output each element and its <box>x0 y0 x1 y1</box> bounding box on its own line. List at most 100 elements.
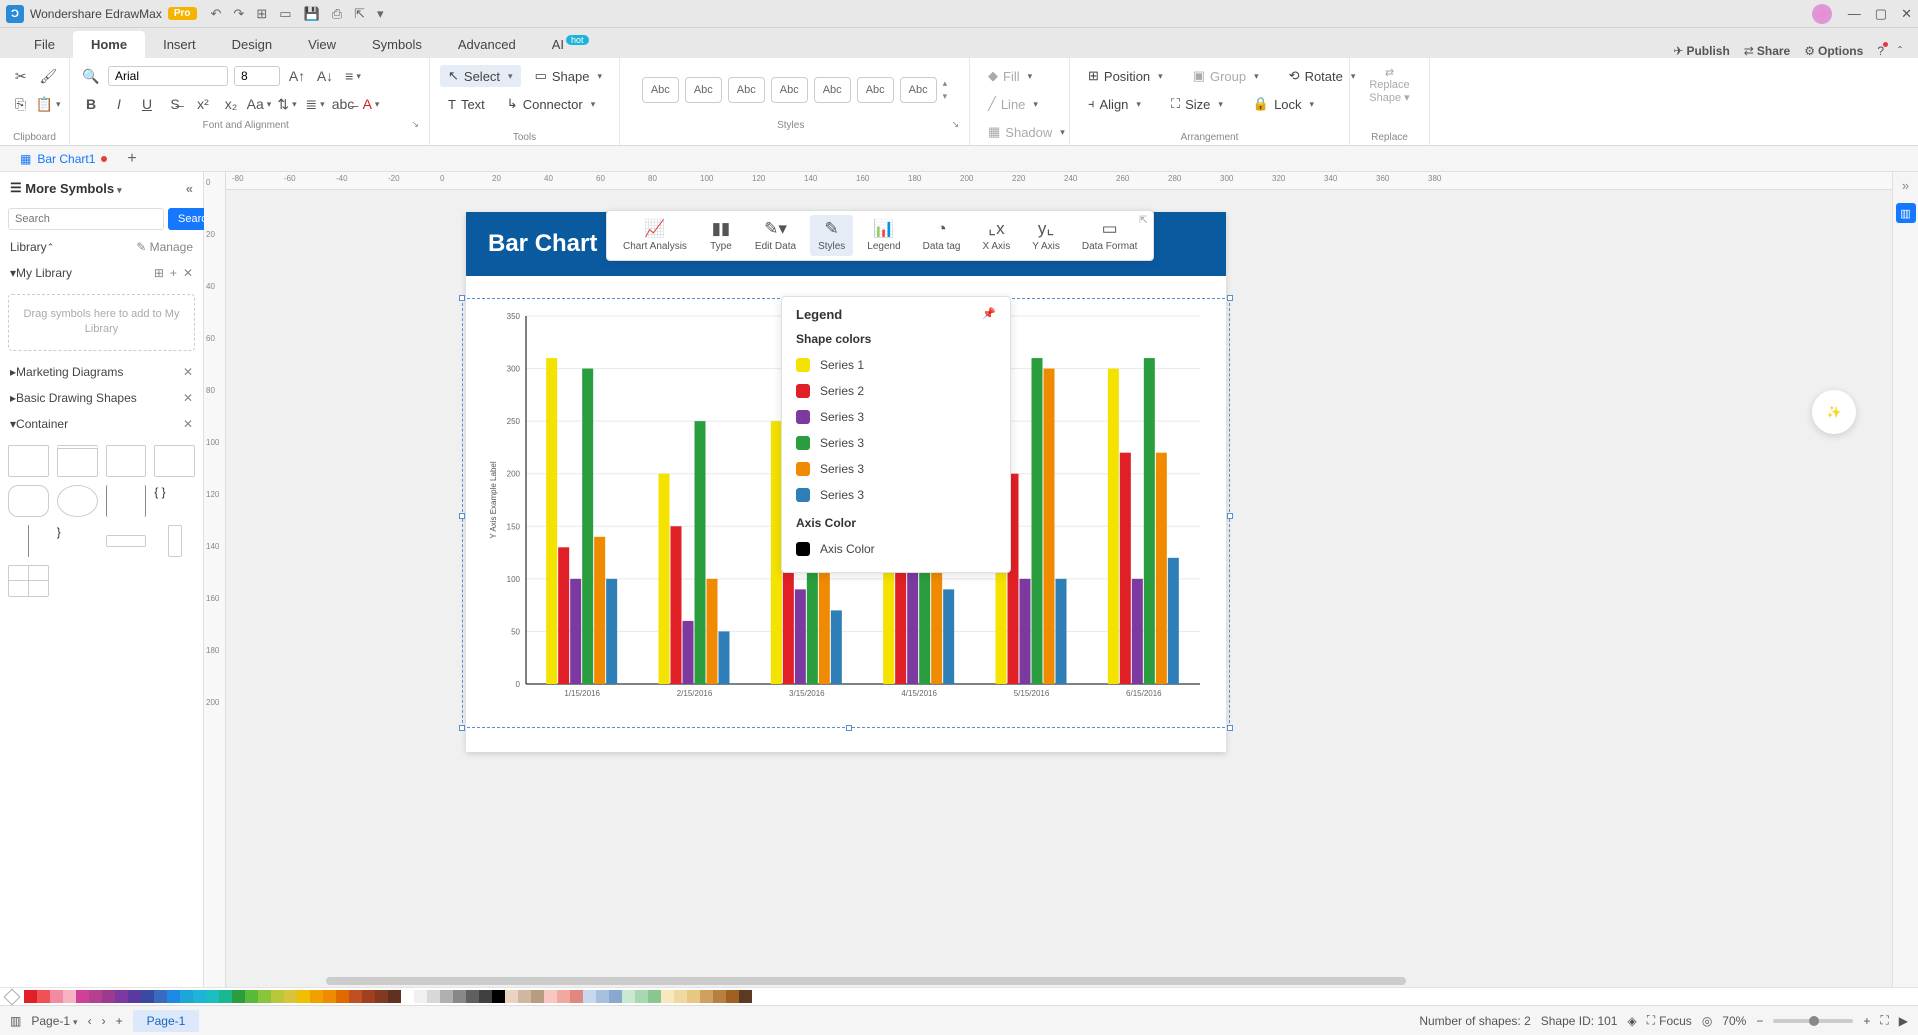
line-spacing-icon[interactable]: ⇅ <box>276 93 298 115</box>
sel-handle-nw[interactable] <box>459 295 465 301</box>
color-swatch[interactable] <box>622 990 635 1003</box>
connector-tool[interactable]: ↳ Connector <box>499 93 603 115</box>
color-swatch[interactable] <box>687 990 700 1003</box>
color-swatch[interactable] <box>102 990 115 1003</box>
format-painter-icon[interactable]: 🖌 <box>38 65 60 87</box>
text-align-icon[interactable]: ≡ <box>342 65 364 87</box>
shape-vbrace[interactable]: } <box>57 525 98 557</box>
shape-tallrect[interactable] <box>168 525 182 557</box>
color-swatch[interactable] <box>531 990 544 1003</box>
color-swatch[interactable] <box>518 990 531 1003</box>
add-lib-icon[interactable]: ⊞ <box>154 266 164 280</box>
size-button[interactable]: ⛶ Size <box>1163 93 1231 115</box>
shape-rect-3[interactable] <box>106 445 147 477</box>
sel-handle-ne[interactable] <box>1227 295 1233 301</box>
style-preset-5[interactable]: Abc <box>814 77 851 103</box>
ct-data-format[interactable]: ▭Data Format <box>1074 215 1146 256</box>
underline-icon[interactable]: U <box>136 93 158 115</box>
replace-shape-label[interactable]: Replace Shape <box>1369 79 1409 104</box>
style-preset-3[interactable]: Abc <box>728 77 765 103</box>
case-icon[interactable]: Aa <box>248 93 270 115</box>
menu-ai[interactable]: AIhot <box>534 31 607 58</box>
layers-icon[interactable]: ◈ <box>1627 1014 1636 1028</box>
print-icon[interactable]: ⎙ <box>332 6 342 22</box>
ai-floating-badge[interactable]: ✨ <box>1812 390 1856 434</box>
legend-swatch[interactable] <box>796 462 810 476</box>
legend-swatch[interactable] <box>796 436 810 450</box>
shrink-font-icon[interactable]: A↓ <box>314 65 336 87</box>
shape-tool[interactable]: ▭ Shape <box>527 65 610 87</box>
symbols-panel-title[interactable]: More Symbols <box>25 181 121 196</box>
color-swatch[interactable] <box>453 990 466 1003</box>
color-swatch[interactable] <box>674 990 687 1003</box>
sel-handle-sw[interactable] <box>459 725 465 731</box>
color-swatch[interactable] <box>245 990 258 1003</box>
legend-item[interactable]: Series 3 <box>796 482 996 508</box>
menu-view[interactable]: View <box>290 31 354 58</box>
properties-panel-icon[interactable]: ▥ <box>1896 203 1916 223</box>
doc-tab-barchart1[interactable]: ▦ Bar Chart1 <box>8 149 119 169</box>
legend-swatch[interactable] <box>796 384 810 398</box>
manage-link[interactable]: ✎ Manage <box>136 240 193 254</box>
collapse-ribbon-icon[interactable]: ˆ <box>1898 44 1902 58</box>
close-lib-icon[interactable]: ✕ <box>183 266 193 280</box>
color-swatch[interactable] <box>323 990 336 1003</box>
color-swatch[interactable] <box>583 990 596 1003</box>
fullscreen-icon[interactable]: ⛶ <box>1880 1013 1888 1028</box>
style-preset-7[interactable]: Abc <box>900 77 937 103</box>
new-lib-icon[interactable]: + <box>170 266 177 280</box>
page-dropdown[interactable]: Page-1 <box>31 1014 77 1028</box>
replace-shape-icon[interactable]: ⇄ <box>1385 67 1394 79</box>
color-swatch[interactable] <box>37 990 50 1003</box>
shape-rect[interactable] <box>8 445 49 477</box>
superscript-icon[interactable]: x² <box>192 93 214 115</box>
position-button[interactable]: ⊞ Position <box>1080 65 1171 87</box>
toolbar-pin-icon[interactable]: ⇱ <box>1139 215 1147 226</box>
fill-button[interactable]: ◆ Fill <box>980 65 1040 87</box>
legend-item[interactable]: Series 1 <box>796 352 996 378</box>
color-swatch[interactable] <box>427 990 440 1003</box>
align-button[interactable]: ⫞ Align <box>1080 93 1149 115</box>
color-swatch[interactable] <box>440 990 453 1003</box>
color-swatch[interactable] <box>557 990 570 1003</box>
ct-data-tag[interactable]: ◔Data tag <box>915 215 969 256</box>
color-swatch[interactable] <box>726 990 739 1003</box>
color-swatch[interactable] <box>596 990 609 1003</box>
color-swatch[interactable] <box>700 990 713 1003</box>
subscript-icon[interactable]: x₂ <box>220 93 242 115</box>
color-swatch[interactable] <box>401 990 414 1003</box>
library-dropdown[interactable]: Library <box>10 240 47 254</box>
close-basic-icon[interactable]: ✕ <box>183 391 193 405</box>
sel-handle-e[interactable] <box>1227 513 1233 519</box>
qat-more-icon[interactable]: ▾ <box>377 6 384 22</box>
color-swatch[interactable] <box>362 990 375 1003</box>
color-swatch[interactable] <box>128 990 141 1003</box>
redo-icon[interactable]: ↷ <box>233 6 244 22</box>
legend-item[interactable]: Series 3 <box>796 430 996 456</box>
legend-item[interactable]: Series 3 <box>796 456 996 482</box>
cat-marketing[interactable]: Marketing Diagrams <box>16 365 123 379</box>
shape-ellipse[interactable] <box>57 485 98 517</box>
shape-grid[interactable] <box>8 565 49 597</box>
color-swatch[interactable] <box>206 990 219 1003</box>
color-swatch[interactable] <box>24 990 37 1003</box>
color-swatch[interactable] <box>570 990 583 1003</box>
menu-home[interactable]: Home <box>73 31 145 58</box>
strike-icon[interactable]: S̶ <box>164 93 186 115</box>
color-swatch[interactable] <box>544 990 557 1003</box>
shape-brackets[interactable] <box>106 485 147 517</box>
ct-styles[interactable]: ✎Styles <box>810 215 853 256</box>
legend-item[interactable]: Series 2 <box>796 378 996 404</box>
style-scroll-up[interactable]: ▴ <box>943 78 948 89</box>
color-swatch[interactable] <box>479 990 492 1003</box>
style-preset-4[interactable]: Abc <box>771 77 808 103</box>
color-swatch[interactable] <box>219 990 232 1003</box>
color-swatch[interactable] <box>713 990 726 1003</box>
add-tab-button[interactable]: + <box>127 150 136 168</box>
search-font-icon[interactable]: 🔍 <box>80 65 102 87</box>
copy-icon[interactable]: ⎘ <box>10 93 31 115</box>
color-swatch[interactable] <box>609 990 622 1003</box>
legend-pin-icon[interactable]: 📌 <box>982 307 996 322</box>
collapse-panel-icon[interactable]: « <box>186 181 193 196</box>
color-swatch[interactable] <box>310 990 323 1003</box>
